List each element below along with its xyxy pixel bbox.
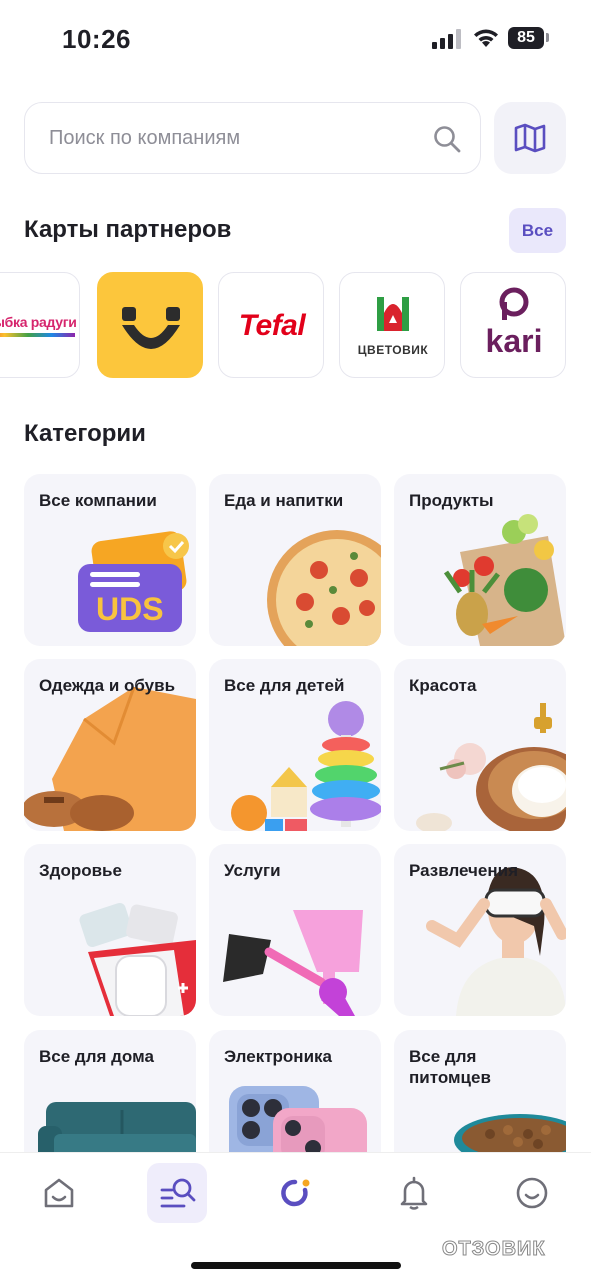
nav-home[interactable] (29, 1163, 89, 1223)
uds-card-label: UDS (96, 591, 164, 627)
nav-notifications[interactable] (384, 1163, 444, 1223)
partner-card-uds[interactable] (97, 272, 203, 378)
partner-logo-tsvetovik: ЦВЕТОВИК (357, 343, 429, 357)
category-groceries[interactable]: Продукты (394, 474, 566, 646)
bell-icon (400, 1176, 428, 1210)
map-button[interactable] (494, 102, 566, 174)
category-label: Все компании (39, 491, 157, 510)
category-label: Еда и напитки (224, 491, 344, 510)
partner-card-tefal[interactable]: Tefal (218, 272, 324, 378)
nav-uds[interactable] (266, 1163, 326, 1223)
category-label: Электроника (224, 1047, 332, 1066)
category-label: Продукты (409, 491, 494, 510)
category-label: Все для дома (39, 1047, 154, 1066)
categories-section-title: Категории (24, 420, 146, 447)
home-indicator[interactable] (191, 1262, 401, 1269)
battery-tip (546, 33, 549, 42)
partner-card-rybka-radugi[interactable]: ыбка радуги (0, 272, 80, 378)
rainbow-stripe (0, 333, 75, 337)
partners-section-title: Карты партнеров (24, 216, 232, 243)
partner-logo-kari: kari (485, 323, 543, 359)
wifi-icon (474, 29, 498, 47)
partner-logo-rybka-radugi: ыбка радуги (0, 314, 77, 330)
search-icon[interactable] (432, 124, 462, 154)
otzovik-watermark: ОТЗОВИК (442, 1238, 546, 1261)
category-all-companies[interactable]: UDS Все компании (24, 474, 196, 646)
search-placeholder: Поиск по компаниям (49, 127, 241, 149)
category-beauty[interactable]: Красота (394, 659, 566, 831)
map-icon (514, 123, 546, 153)
partners-all-button[interactable]: Все (509, 208, 566, 253)
tsvetovik-flower-icon (377, 297, 409, 331)
status-time: 10:26 (62, 24, 131, 54)
category-label: Развлечения (409, 861, 519, 880)
home-icon (44, 1178, 74, 1208)
category-label: Все для питомцев (409, 1047, 491, 1087)
partner-logo-tefal: Tefal (238, 309, 306, 342)
nav-profile[interactable] (502, 1163, 562, 1223)
category-health[interactable]: Здоровье (24, 844, 196, 1016)
search-list-icon (160, 1178, 196, 1208)
category-entertainment[interactable]: Развлечения (394, 844, 566, 1016)
category-food-drinks[interactable]: Еда и напитки (209, 474, 381, 646)
company-search-field[interactable]: Поиск по компаниям (24, 102, 481, 174)
category-label: Все для детей (224, 676, 345, 695)
category-label: Здоровье (39, 861, 122, 880)
category-label: Услуги (224, 861, 281, 880)
category-label: Одежда и обувь (39, 676, 176, 695)
category-clothes-shoes[interactable]: Одежда и обувь (24, 659, 196, 831)
profile-smile-icon (516, 1177, 548, 1209)
category-kids[interactable]: Все для детей (209, 659, 381, 831)
status-bar: 10:26 85 (0, 0, 591, 80)
category-label: Красота (409, 676, 477, 695)
uds-logo-icon (281, 1179, 310, 1207)
nav-catalog-search[interactable] (147, 1163, 207, 1223)
battery-indicator: 85 (508, 27, 544, 49)
kari-emblem-icon (499, 287, 529, 320)
partner-card-tsvetovik[interactable]: ЦВЕТОВИК (339, 272, 445, 378)
uds-smile-logo (122, 307, 180, 349)
partner-card-kari[interactable]: kari (460, 272, 566, 378)
cellular-signal-icon (432, 29, 461, 49)
category-services[interactable]: Услуги (209, 844, 381, 1016)
